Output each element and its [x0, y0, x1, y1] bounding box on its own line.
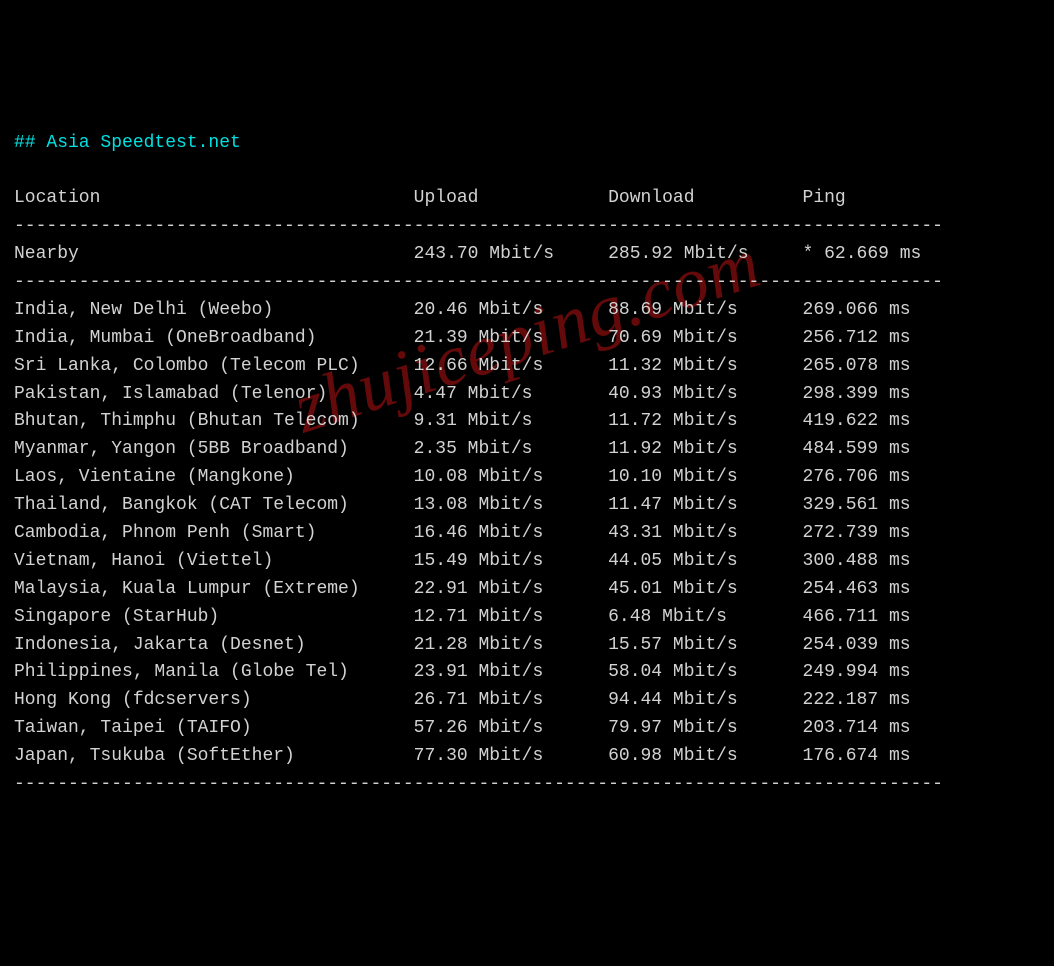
table-row: Vietnam, Hanoi (Viettel) 15.49 Mbit/s 44… [14, 551, 911, 571]
table-row: Taiwan, Taipei (TAIFO) 57.26 Mbit/s 79.9… [14, 718, 911, 738]
table-row: Japan, Tsukuba (SoftEther) 77.30 Mbit/s … [14, 746, 911, 766]
table-row: Thailand, Bangkok (CAT Telecom) 13.08 Mb… [14, 495, 911, 515]
column-header-row: Location Upload Download Ping [14, 188, 846, 208]
table-row: Malaysia, Kuala Lumpur (Extreme) 22.91 M… [14, 579, 911, 599]
terminal-output: ## Asia Speedtest.net Location Upload Do… [14, 130, 1040, 799]
table-row: Cambodia, Phnom Penh (Smart) 16.46 Mbit/… [14, 523, 911, 543]
divider: ----------------------------------------… [14, 272, 943, 292]
table-row: India, New Delhi (Weebo) 20.46 Mbit/s 88… [14, 300, 911, 320]
table-row: Bhutan, Thimphu (Bhutan Telecom) 9.31 Mb… [14, 411, 911, 431]
table-row: India, Mumbai (OneBroadband) 21.39 Mbit/… [14, 328, 911, 348]
table-row: Pakistan, Islamabad (Telenor) 4.47 Mbit/… [14, 384, 911, 404]
table-row: Indonesia, Jakarta (Desnet) 21.28 Mbit/s… [14, 635, 911, 655]
table-row: Laos, Vientaine (Mangkone) 10.08 Mbit/s … [14, 467, 911, 487]
nearby-row: Nearby 243.70 Mbit/s 285.92 Mbit/s * 62.… [14, 244, 921, 264]
section-title: ## Asia Speedtest.net [14, 133, 241, 153]
table-row: Hong Kong (fdcservers) 26.71 Mbit/s 94.4… [14, 690, 911, 710]
divider: ----------------------------------------… [14, 774, 943, 794]
table-row: Myanmar, Yangon (5BB Broadband) 2.35 Mbi… [14, 439, 911, 459]
divider: ----------------------------------------… [14, 216, 943, 236]
table-row: Singapore (StarHub) 12.71 Mbit/s 6.48 Mb… [14, 607, 911, 627]
table-row: Philippines, Manila (Globe Tel) 23.91 Mb… [14, 662, 911, 682]
table-row: Sri Lanka, Colombo (Telecom PLC) 12.66 M… [14, 356, 911, 376]
